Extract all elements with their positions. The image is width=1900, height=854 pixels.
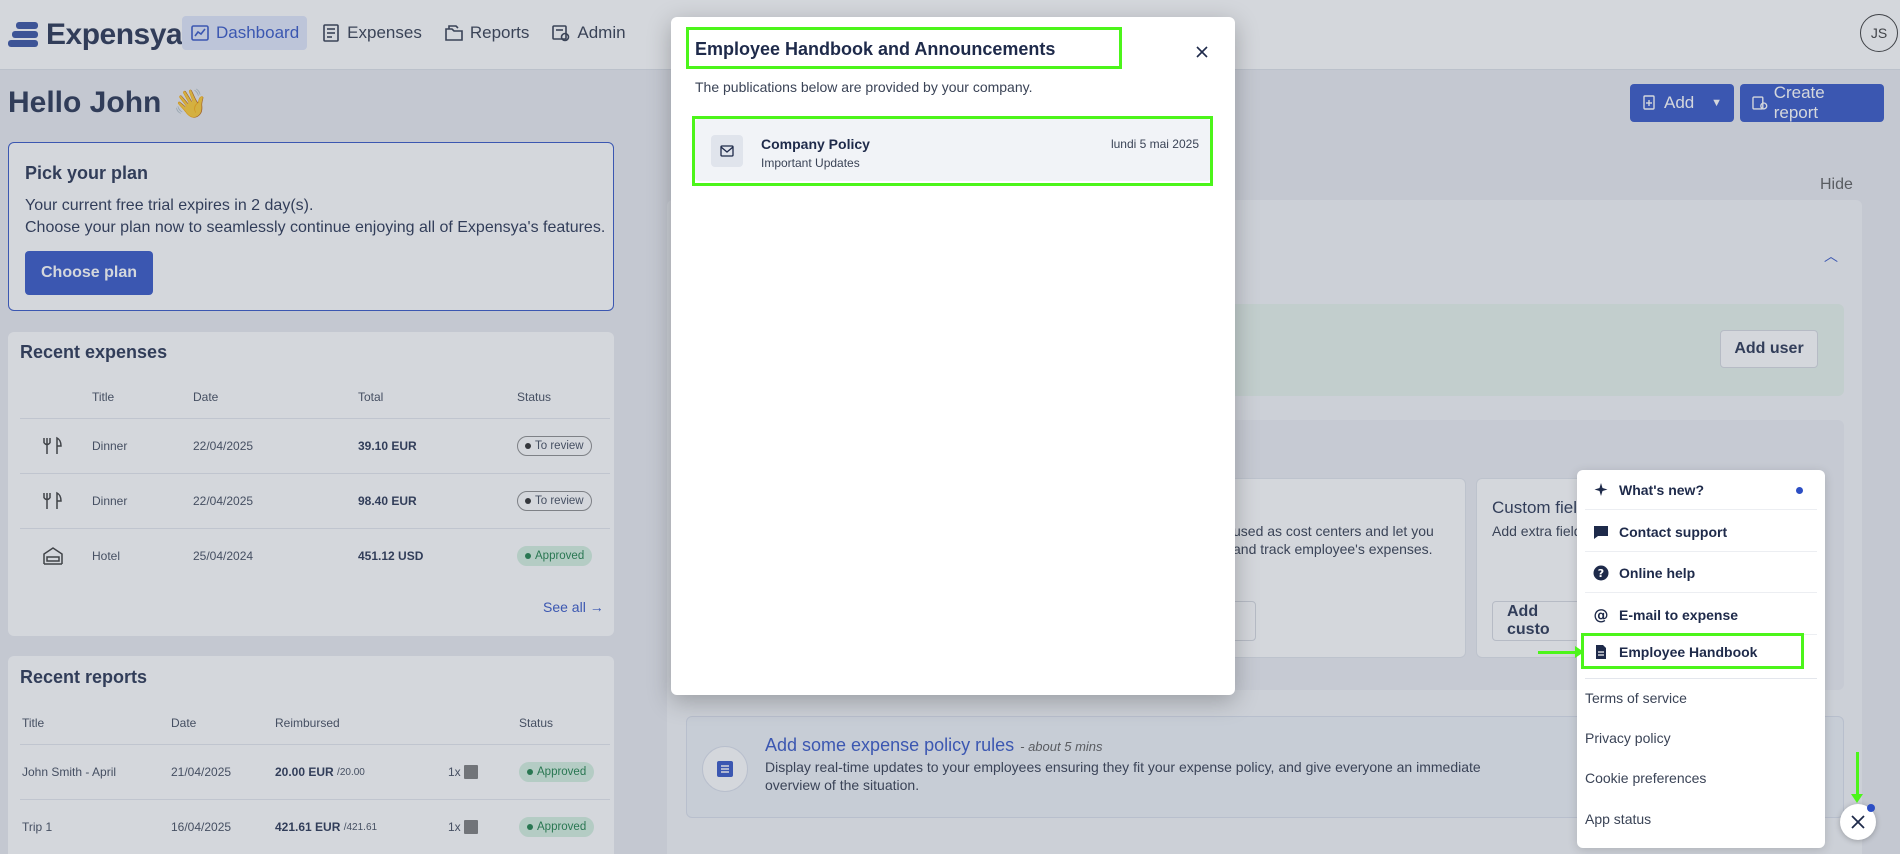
svg-text:?: ? <box>1598 567 1604 580</box>
at-icon: @ <box>1594 607 1609 623</box>
help-item-contact-support[interactable]: Contact support <box>1585 512 1817 552</box>
notification-dot <box>1867 804 1875 812</box>
privacy-policy-link[interactable]: Privacy policy <box>1585 718 1817 758</box>
highlight-publication-item <box>692 116 1213 186</box>
help-item-whats-new[interactable]: What's new? <box>1585 470 1817 510</box>
highlight-modal-title <box>686 27 1122 69</box>
highlight-arrow-down <box>1851 752 1863 803</box>
new-indicator-dot <box>1796 487 1803 494</box>
close-icon <box>1851 815 1865 829</box>
help-close-button[interactable] <box>1840 804 1876 840</box>
terms-of-service-link[interactable]: Terms of service <box>1585 678 1817 718</box>
help-item-email-to-expense[interactable]: @ E-mail to expense <box>1585 595 1817 635</box>
sparkle-icon <box>1594 482 1608 496</box>
chat-icon <box>1594 525 1608 539</box>
modal-subtitle: The publications below are provided by y… <box>695 79 1033 95</box>
cookie-preferences-link[interactable]: Cookie preferences <box>1585 758 1817 798</box>
help-item-online-help[interactable]: ? Online help <box>1585 553 1817 593</box>
close-icon <box>1196 46 1208 58</box>
modal-close-button[interactable] <box>1191 41 1213 63</box>
highlight-employee-handbook <box>1581 633 1804 669</box>
svg-text:@: @ <box>1594 607 1609 623</box>
highlight-arrow-right <box>1538 646 1584 658</box>
app-status-link[interactable]: App status <box>1585 799 1817 839</box>
question-icon: ? <box>1593 565 1609 580</box>
